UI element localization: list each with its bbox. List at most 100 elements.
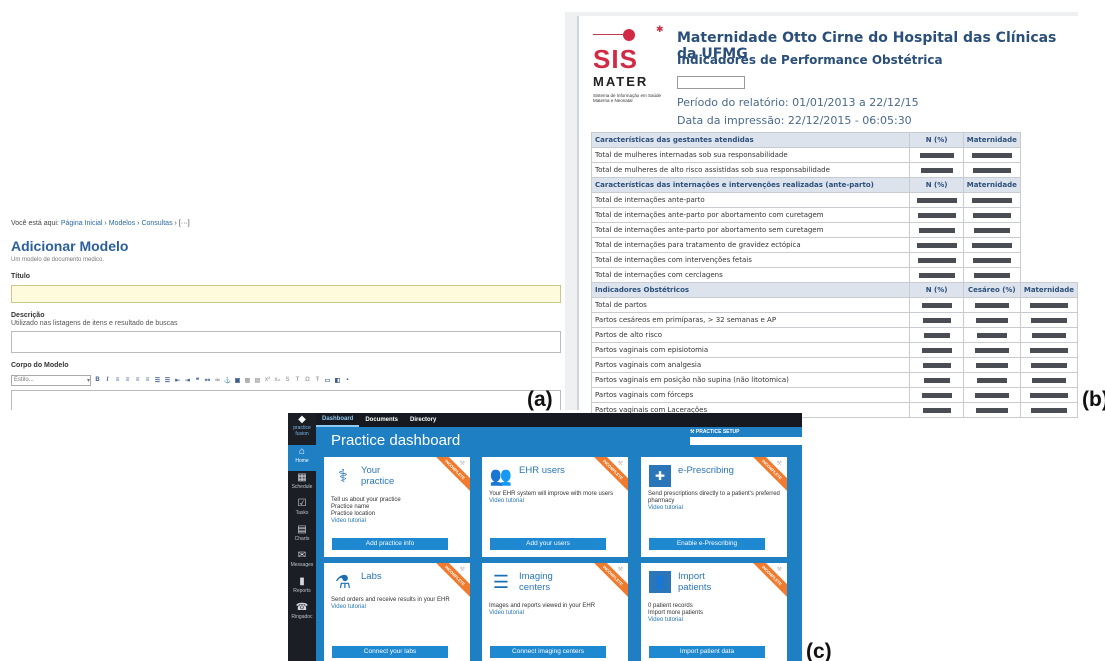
- wrench-icon[interactable]: ⚒: [777, 566, 782, 573]
- video-tutorial-link[interactable]: Video tutorial: [489, 498, 625, 505]
- empty-cell: [1020, 163, 1077, 178]
- redacted-value: [909, 357, 964, 373]
- blockquote-icon[interactable]: ❝: [194, 377, 201, 384]
- ringadoc-icon: ☎: [295, 602, 309, 613]
- tab-dashboard[interactable]: Dashboard: [316, 413, 360, 427]
- table-icon[interactable]: ▦: [244, 377, 251, 384]
- redacted-value: [909, 387, 964, 403]
- video-tutorial-link[interactable]: Video tutorial: [331, 518, 467, 525]
- table-row: Partos vaginais com fórceps: [590, 387, 1079, 403]
- section-header-cell: Maternidade: [962, 177, 1021, 193]
- table-row: Partos vaginais com analgesia: [590, 357, 1079, 373]
- indicator-label: Total de partos: [590, 297, 911, 313]
- align-center-icon[interactable]: ≡: [124, 377, 131, 384]
- card-action-button[interactable]: Connect imaging centers: [490, 646, 606, 658]
- style-select[interactable]: Estilo... ▾: [11, 374, 91, 386]
- indicator-label: Partos vaginais com fórceps: [590, 387, 911, 403]
- redaction-bar: [1029, 392, 1068, 398]
- wrench-icon[interactable]: ⚒: [460, 566, 465, 573]
- report-print-date: Data da impressão: 22/12/2015 - 06:05:30: [677, 114, 912, 127]
- redaction-bar: [975, 362, 1008, 368]
- card-action-button[interactable]: Enable e-Prescribing: [649, 538, 765, 550]
- fullscreen-icon[interactable]: ▭: [324, 377, 331, 384]
- indent-icon[interactable]: ⇥: [184, 377, 191, 384]
- sidebar-item-ringadoc[interactable]: ☎ Ringadoc: [288, 601, 316, 627]
- italic-icon[interactable]: I: [104, 377, 111, 384]
- table-row: Total de mulheres de alto risco assistid…: [590, 162, 1078, 178]
- card-action-button[interactable]: Add your users: [490, 538, 606, 550]
- breadcrumb-consultas-link[interactable]: Consultas: [141, 220, 172, 227]
- wrench-icon[interactable]: ⚒: [777, 460, 782, 467]
- video-tutorial-link[interactable]: Video tutorial: [489, 610, 625, 617]
- practice-setup-link[interactable]: ⚒ PRACTICE SETUP: [690, 429, 740, 435]
- wrench-icon[interactable]: ⚒: [460, 460, 465, 467]
- card-description: Send orders and receive results in your …: [331, 597, 467, 611]
- breadcrumb-home-link[interactable]: Página Inicial: [61, 220, 103, 227]
- clear-format-icon[interactable]: T: [294, 377, 301, 384]
- redacted-value: [909, 147, 964, 163]
- card-action-button[interactable]: Connect your labs: [332, 646, 448, 658]
- indicator-label: Total de internações com cerclagens: [590, 267, 911, 283]
- subscript-icon[interactable]: x₂: [274, 377, 281, 384]
- sidebar-item-charts[interactable]: ▤ Charts: [288, 523, 316, 549]
- align-left-icon[interactable]: ≡: [114, 377, 121, 384]
- description-textarea[interactable]: [11, 331, 561, 353]
- wrench-icon: ⚒: [690, 429, 695, 435]
- redaction-bar: [1029, 302, 1068, 308]
- align-right-icon[interactable]: ≡: [134, 377, 141, 384]
- card-action-button[interactable]: Add practice info: [332, 538, 448, 550]
- sidebar-item-tasks[interactable]: ☑ Tasks: [288, 497, 316, 523]
- table-row: Partos cesáreos em primíparas, > 32 sema…: [590, 312, 1079, 328]
- unlink-icon[interactable]: ⚮: [214, 377, 221, 384]
- bullet-list-icon[interactable]: ☰: [154, 377, 161, 384]
- numbered-list-icon[interactable]: ☰: [164, 377, 171, 384]
- sidebar-item-messages[interactable]: ✉ Messages: [288, 549, 316, 575]
- flask-icon: ⚗: [334, 571, 352, 592]
- sidebar-item-home[interactable]: ⌂ Home: [288, 445, 316, 471]
- breadcrumb: Você está aqui: Página Inicial › Modelos…: [11, 220, 190, 227]
- body-editor[interactable]: [11, 390, 561, 410]
- section-header-row: Características das internações e interv…: [590, 177, 1078, 193]
- report-subtitle: Indicadores de Performance Obstétrica: [677, 53, 943, 67]
- tab-documents[interactable]: Documents: [359, 417, 404, 423]
- section-header-cell: N (%): [909, 132, 964, 148]
- indicator-label: Partos de alto risco: [590, 327, 911, 343]
- html-source-icon[interactable]: ◧: [334, 377, 341, 384]
- tab-directory[interactable]: Directory: [404, 417, 442, 423]
- wrench-icon[interactable]: ⚒: [618, 566, 623, 573]
- redacted-value: [962, 297, 1021, 313]
- link-icon[interactable]: ⚯: [204, 377, 211, 384]
- video-tutorial-link[interactable]: Video tutorial: [331, 604, 467, 611]
- indicator-label: Partos vaginais com episiotomia: [590, 342, 911, 358]
- table-row: Total de internações ante-parto por abor…: [590, 222, 1078, 238]
- outdent-icon[interactable]: ⇤: [174, 377, 181, 384]
- superscript-icon[interactable]: x²: [264, 377, 271, 384]
- redacted-value: [909, 327, 964, 343]
- redaction-bar: [922, 362, 951, 368]
- breadcrumb-models-link[interactable]: Modelos: [109, 220, 135, 227]
- bold-icon[interactable]: B: [94, 377, 101, 384]
- table-row-icon[interactable]: ▤: [254, 377, 261, 384]
- panel-b-report: ✱ SIS MATER Sistema de Informação em Saú…: [565, 12, 1079, 418]
- video-tutorial-link[interactable]: Video tutorial: [648, 505, 784, 512]
- image-icon[interactable]: ▣: [234, 377, 241, 384]
- align-justify-icon[interactable]: ≡: [144, 377, 151, 384]
- table-row: Partos de alto risco: [590, 327, 1079, 343]
- redaction-bar: [923, 377, 950, 383]
- strikethrough-icon[interactable]: S: [284, 377, 291, 384]
- preview-icon[interactable]: ▪: [344, 377, 351, 384]
- redacted-value: [909, 192, 964, 208]
- redacted-value: [909, 252, 964, 268]
- special-char-icon[interactable]: Ω: [304, 377, 311, 384]
- section-header-cell: Indicadores Obstétricos: [590, 282, 911, 298]
- anchor-icon[interactable]: ⚓: [224, 377, 231, 384]
- wrench-icon[interactable]: ⚒: [618, 460, 623, 467]
- title-input[interactable]: [11, 285, 561, 303]
- redaction-bar: [921, 302, 952, 308]
- sidebar-item-reports[interactable]: ▮ Reports: [288, 575, 316, 601]
- video-tutorial-link[interactable]: Video tutorial: [648, 617, 784, 624]
- sidebar-item-schedule[interactable]: ▦ Schedule: [288, 471, 316, 497]
- brand-logo[interactable]: ◆ practice fusion: [288, 415, 316, 443]
- card-action-button[interactable]: Import patient data: [649, 646, 765, 658]
- format-icon[interactable]: Ŧ: [314, 377, 321, 384]
